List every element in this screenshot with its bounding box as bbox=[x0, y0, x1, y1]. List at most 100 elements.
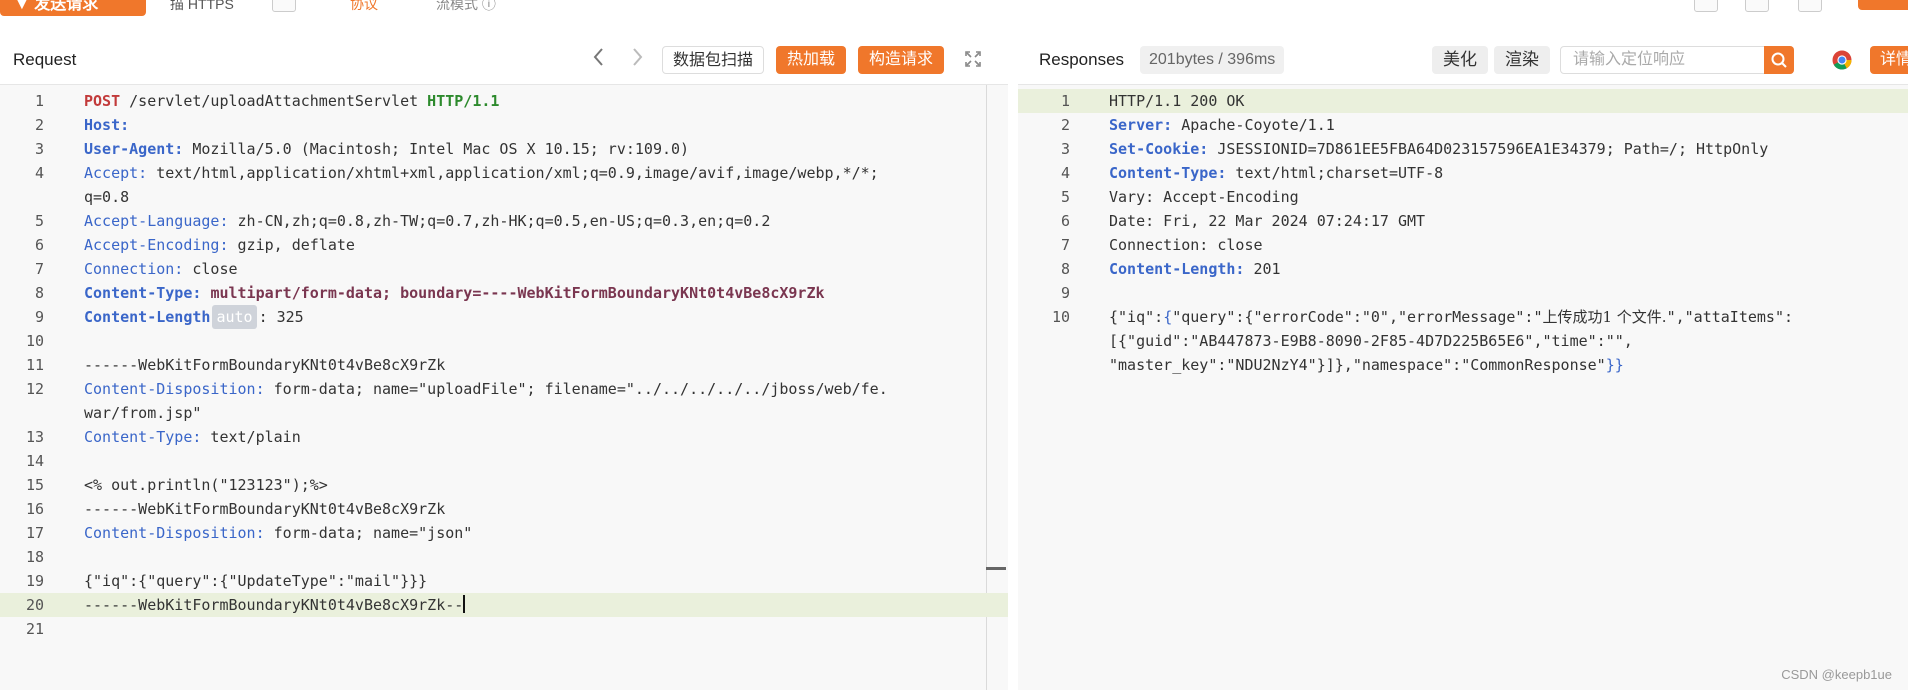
code-line: 3 User-Agent: Mozilla/5.0 (Macintosh; Int… bbox=[0, 137, 1008, 161]
line-text: Accept-Language: zh-CN,zh;q=0.8,zh-TW;q=… bbox=[84, 209, 972, 233]
chrome-icon[interactable] bbox=[1832, 50, 1852, 75]
code-line: 19 {"iq":{"query":{"UpdateType":"mail"}}} bbox=[0, 569, 1008, 593]
code-line: 15 <% out.println("123123");%> bbox=[0, 473, 1008, 497]
stream-mode-label[interactable]: 流模式 ⓘ bbox=[436, 0, 496, 14]
token: Content-Length bbox=[84, 308, 211, 326]
code-line: 5 Vary: Accept-Encoding bbox=[1018, 185, 1908, 209]
code-line: 7 Connection: close bbox=[1018, 233, 1908, 257]
code-line: 21 bbox=[0, 617, 1008, 641]
line-text: User-Agent: Mozilla/5.0 (Macintosh; Inte… bbox=[84, 137, 972, 161]
line-text: [{"guid":"AB447873-E9B8-8090-2F85-4D7D22… bbox=[1109, 329, 1898, 353]
line-text: "master_key":"NDU2NzY4"}]},"namespace":"… bbox=[1109, 353, 1898, 377]
token: Content-Length: bbox=[1109, 260, 1245, 278]
response-stats-badge: 201bytes / 396ms bbox=[1140, 46, 1285, 74]
line-number: 19 bbox=[25, 572, 44, 590]
request-title: Request bbox=[13, 50, 77, 69]
line-text: Content-Disposition: form-data; name="js… bbox=[84, 521, 972, 545]
code-line: 1 HTTP/1.1 200 OK bbox=[1018, 89, 1908, 113]
line-text: Accept-Encoding: gzip, deflate bbox=[84, 233, 972, 257]
line-number: 1 bbox=[1060, 92, 1070, 110]
line-number: 4 bbox=[1060, 164, 1070, 182]
code-line: 8 Content-Length: 201 bbox=[1018, 257, 1908, 281]
line-number: 5 bbox=[1060, 188, 1070, 206]
line-text: Accept: text/html,application/xhtml+xml,… bbox=[84, 161, 972, 185]
pane-splitter[interactable] bbox=[1008, 34, 1018, 690]
line-number: 18 bbox=[25, 548, 44, 566]
auto-length-badge: auto bbox=[212, 305, 257, 329]
https-toggle[interactable] bbox=[272, 0, 296, 12]
line-text: POST /servlet/uploadAttachmentServlet HT… bbox=[84, 89, 972, 113]
token: gzip, deflate bbox=[228, 236, 355, 254]
details-button[interactable]: 详情 bbox=[1870, 46, 1908, 74]
token: form-data; name="json" bbox=[264, 524, 473, 542]
code-line: 4 Content-Type: text/html;charset=UTF-8 bbox=[1018, 161, 1908, 185]
token: ","attaItems": bbox=[1666, 308, 1794, 326]
line-number: 15 bbox=[25, 476, 44, 494]
render-button[interactable]: 渲染 bbox=[1494, 46, 1550, 74]
line-number: 20 bbox=[25, 596, 44, 614]
line-text: Vary: Accept-Encoding bbox=[1109, 185, 1898, 209]
search-button[interactable] bbox=[1764, 46, 1794, 74]
csdn-watermark: CSDN @keepb1ue bbox=[1781, 667, 1892, 682]
token: ------WebKitFormBoundaryKNt0t4vBe8cX9rZk bbox=[84, 500, 446, 518]
request-pane: Request 数据包扫描 热加载 构造请求 1 POST /servlet/up… bbox=[0, 34, 1008, 690]
top-toolbar: ▼ 发送请求 描 HTTPS 协议 流模式 ⓘ bbox=[0, 0, 1908, 17]
response-viewer[interactable]: 1 HTTP/1.1 200 OK 2 Server: Apache-Coyote/1… bbox=[1018, 85, 1908, 690]
token: Apache-Coyote/1.1 bbox=[1172, 116, 1335, 134]
build-request-button[interactable]: 构造请求 bbox=[858, 46, 944, 74]
locate-search-box bbox=[1560, 46, 1794, 74]
line-text: ------WebKitFormBoundaryKNt0t4vBe8cX9rZk bbox=[84, 353, 972, 377]
line-text: {"iq":{"query":{"UpdateType":"mail"}}} bbox=[84, 569, 972, 593]
token: "master_key":"NDU2NzY4"}]},"namespace":"… bbox=[1109, 356, 1606, 374]
line-number: 7 bbox=[1060, 236, 1070, 254]
line-text: Connection: close bbox=[1109, 233, 1898, 257]
line-text: Connection: close bbox=[84, 257, 972, 281]
token: text/html,application/xhtml+xml,applicat… bbox=[147, 164, 879, 182]
token: multipart/form-data; boundary=----WebKit… bbox=[210, 284, 825, 302]
response-title: Responses bbox=[1039, 50, 1125, 69]
code-line: 9 Content-Length auto: 325 bbox=[0, 305, 1008, 329]
packet-scan-button[interactable]: 数据包扫描 bbox=[662, 46, 764, 74]
locate-response-input[interactable] bbox=[1561, 47, 1785, 73]
beautify-button[interactable]: 美化 bbox=[1432, 46, 1488, 74]
send-request-button[interactable]: ▼ 发送请求 bbox=[0, 0, 146, 16]
line-number: 12 bbox=[25, 380, 44, 398]
line-number: 4 bbox=[34, 164, 44, 182]
line-number: 14 bbox=[25, 452, 44, 470]
toolbar-icon-button[interactable] bbox=[1745, 0, 1769, 12]
line-text: ------WebKitFormBoundaryKNt0t4vBe8cX9rZk bbox=[84, 497, 972, 521]
chevron-left-icon[interactable] bbox=[592, 46, 606, 73]
code-line: 4 Accept: text/html,application/xhtml+xml… bbox=[0, 161, 1008, 185]
token: Mozilla/5.0 (Macintosh; Intel Mac OS X 1… bbox=[183, 140, 699, 158]
code-line: 3 Set-Cookie: JSESSIONID=7D861EE5FBA64D02… bbox=[1018, 137, 1908, 161]
code-line: 9 bbox=[1018, 281, 1908, 305]
code-line: 14 bbox=[0, 449, 1008, 473]
token: 201 bbox=[1244, 260, 1281, 278]
line-number: 10 bbox=[25, 332, 44, 350]
token: POST bbox=[84, 92, 121, 110]
code-line: 10 bbox=[0, 329, 1008, 353]
token: HTTP/1.1 bbox=[427, 92, 500, 110]
code-line: 2 Server: Apache-Coyote/1.1 bbox=[1018, 113, 1908, 137]
token: Content-Disposition: bbox=[84, 380, 265, 398]
token: Vary: Accept-Encoding bbox=[1109, 188, 1299, 206]
protocol-label[interactable]: 协议 bbox=[350, 0, 378, 14]
code-line: 16 ------WebKitFormBoundaryKNt0t4vBe8cX9r… bbox=[0, 497, 1008, 521]
token: ------WebKitFormBoundaryKNt0t4vBe8cX9rZk… bbox=[84, 596, 464, 614]
toolbar-action-button[interactable] bbox=[1858, 0, 1908, 10]
line-number: 3 bbox=[1060, 140, 1070, 158]
toolbar-icon-button[interactable] bbox=[1694, 0, 1718, 12]
line-number: 10 bbox=[1051, 308, 1070, 326]
chevron-right-icon[interactable] bbox=[630, 46, 644, 73]
toolbar-icon-button[interactable] bbox=[1798, 0, 1822, 12]
token: : 325 bbox=[258, 308, 304, 326]
code-line: 2 Host: bbox=[0, 113, 1008, 137]
expand-icon[interactable] bbox=[964, 50, 982, 73]
token: Accept: bbox=[84, 164, 148, 182]
line-text: Date: Fri, 22 Mar 2024 07:24:17 GMT bbox=[1109, 209, 1898, 233]
line-text: Set-Cookie: JSESSIONID=7D861EE5FBA64D023… bbox=[1109, 137, 1898, 161]
request-editor[interactable]: 1 POST /servlet/uploadAttachmentServlet H… bbox=[0, 85, 1008, 690]
hot-reload-button[interactable]: 热加载 bbox=[776, 46, 846, 74]
line-number: 9 bbox=[1060, 284, 1070, 302]
